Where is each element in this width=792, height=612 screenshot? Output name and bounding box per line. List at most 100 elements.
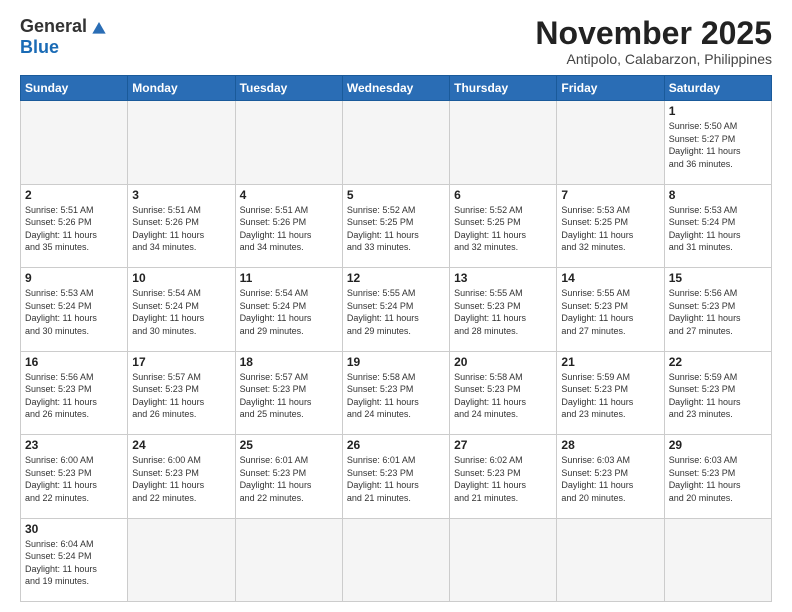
day-info: Sunrise: 5:58 AM Sunset: 5:23 PM Dayligh… [347, 371, 445, 421]
calendar-week-row: 23 Sunrise: 6:00 AM Sunset: 5:23 PM Dayli… [21, 435, 772, 518]
calendar-week-row: 1 Sunrise: 5:50 AM Sunset: 5:27 PM Daylig… [21, 101, 772, 184]
day-info: Sunrise: 5:54 AM Sunset: 5:24 PM Dayligh… [132, 287, 230, 337]
day-number: 18 [240, 355, 338, 369]
calendar-cell [664, 518, 771, 601]
calendar-cell: 23 Sunrise: 6:00 AM Sunset: 5:23 PM Dayli… [21, 435, 128, 518]
calendar-cell: 18 Sunrise: 5:57 AM Sunset: 5:23 PM Dayli… [235, 351, 342, 434]
day-info: Sunrise: 5:59 AM Sunset: 5:23 PM Dayligh… [669, 371, 767, 421]
day-number: 3 [132, 188, 230, 202]
day-number: 21 [561, 355, 659, 369]
logo: General Blue [20, 16, 109, 58]
day-info: Sunrise: 5:58 AM Sunset: 5:23 PM Dayligh… [454, 371, 552, 421]
calendar-cell: 6 Sunrise: 5:52 AM Sunset: 5:25 PM Daylig… [450, 184, 557, 267]
day-info: Sunrise: 6:03 AM Sunset: 5:23 PM Dayligh… [561, 454, 659, 504]
calendar-week-row: 30Sunrise: 6:04 AM Sunset: 5:24 PM Dayli… [21, 518, 772, 601]
weekday-header-friday: Friday [557, 76, 664, 101]
calendar-cell: 5 Sunrise: 5:52 AM Sunset: 5:25 PM Daylig… [342, 184, 449, 267]
day-info: Sunrise: 5:53 AM Sunset: 5:24 PM Dayligh… [25, 287, 123, 337]
day-info: Sunrise: 5:56 AM Sunset: 5:23 PM Dayligh… [25, 371, 123, 421]
calendar-cell: 4 Sunrise: 5:51 AM Sunset: 5:26 PM Daylig… [235, 184, 342, 267]
day-info: Sunrise: 6:00 AM Sunset: 5:23 PM Dayligh… [25, 454, 123, 504]
calendar-cell: 10Sunrise: 5:54 AM Sunset: 5:24 PM Dayli… [128, 268, 235, 351]
day-number: 4 [240, 188, 338, 202]
day-info: Sunrise: 6:04 AM Sunset: 5:24 PM Dayligh… [25, 538, 123, 588]
day-number: 2 [25, 188, 123, 202]
day-info: Sunrise: 5:55 AM Sunset: 5:23 PM Dayligh… [454, 287, 552, 337]
day-number: 15 [669, 271, 767, 285]
weekday-header-row: SundayMondayTuesdayWednesdayThursdayFrid… [21, 76, 772, 101]
day-info: Sunrise: 5:51 AM Sunset: 5:26 PM Dayligh… [240, 204, 338, 254]
day-info: Sunrise: 6:01 AM Sunset: 5:23 PM Dayligh… [347, 454, 445, 504]
calendar-cell: 26Sunrise: 6:01 AM Sunset: 5:23 PM Dayli… [342, 435, 449, 518]
calendar-table: SundayMondayTuesdayWednesdayThursdayFrid… [20, 75, 772, 602]
calendar-cell: 13 Sunrise: 5:55 AM Sunset: 5:23 PM Dayli… [450, 268, 557, 351]
day-number: 12 [347, 271, 445, 285]
day-number: 14 [561, 271, 659, 285]
weekday-header-saturday: Saturday [664, 76, 771, 101]
calendar-week-row: 16 Sunrise: 5:56 AM Sunset: 5:23 PM Dayli… [21, 351, 772, 434]
day-number: 13 [454, 271, 552, 285]
calendar-cell: 17 Sunrise: 5:57 AM Sunset: 5:23 PM Dayli… [128, 351, 235, 434]
day-info: Sunrise: 5:55 AM Sunset: 5:24 PM Dayligh… [347, 287, 445, 337]
calendar-cell: 1 Sunrise: 5:50 AM Sunset: 5:27 PM Daylig… [664, 101, 771, 184]
calendar-cell: 7 Sunrise: 5:53 AM Sunset: 5:25 PM Daylig… [557, 184, 664, 267]
day-number: 6 [454, 188, 552, 202]
calendar-cell: 11 Sunrise: 5:54 AM Sunset: 5:24 PM Dayli… [235, 268, 342, 351]
calendar-cell: 24 Sunrise: 6:00 AM Sunset: 5:23 PM Dayli… [128, 435, 235, 518]
day-info: Sunrise: 5:50 AM Sunset: 5:27 PM Dayligh… [669, 120, 767, 170]
weekday-header-monday: Monday [128, 76, 235, 101]
calendar-week-row: 9 Sunrise: 5:53 AM Sunset: 5:24 PM Daylig… [21, 268, 772, 351]
calendar-cell [557, 101, 664, 184]
day-number: 17 [132, 355, 230, 369]
calendar-cell: 9 Sunrise: 5:53 AM Sunset: 5:24 PM Daylig… [21, 268, 128, 351]
calendar-cell [342, 518, 449, 601]
weekday-header-wednesday: Wednesday [342, 76, 449, 101]
day-number: 16 [25, 355, 123, 369]
day-info: Sunrise: 5:53 AM Sunset: 5:25 PM Dayligh… [561, 204, 659, 254]
day-info: Sunrise: 5:52 AM Sunset: 5:25 PM Dayligh… [454, 204, 552, 254]
calendar-cell: 2Sunrise: 5:51 AM Sunset: 5:26 PM Daylig… [21, 184, 128, 267]
calendar-cell: 3Sunrise: 5:51 AM Sunset: 5:26 PM Daylig… [128, 184, 235, 267]
calendar-cell: 21 Sunrise: 5:59 AM Sunset: 5:23 PM Dayli… [557, 351, 664, 434]
weekday-header-tuesday: Tuesday [235, 76, 342, 101]
day-info: Sunrise: 5:52 AM Sunset: 5:25 PM Dayligh… [347, 204, 445, 254]
day-number: 23 [25, 438, 123, 452]
calendar-cell: 16 Sunrise: 5:56 AM Sunset: 5:23 PM Dayli… [21, 351, 128, 434]
weekday-header-thursday: Thursday [450, 76, 557, 101]
day-number: 9 [25, 271, 123, 285]
day-number: 1 [669, 104, 767, 118]
day-number: 5 [347, 188, 445, 202]
calendar-cell [235, 101, 342, 184]
day-number: 20 [454, 355, 552, 369]
calendar-cell [342, 101, 449, 184]
calendar-cell: 27Sunrise: 6:02 AM Sunset: 5:23 PM Dayli… [450, 435, 557, 518]
title-block: November 2025 Antipolo, Calabarzon, Phil… [535, 16, 772, 67]
day-info: Sunrise: 5:57 AM Sunset: 5:23 PM Dayligh… [132, 371, 230, 421]
day-number: 28 [561, 438, 659, 452]
day-number: 27 [454, 438, 552, 452]
calendar-cell [128, 101, 235, 184]
weekday-header-sunday: Sunday [21, 76, 128, 101]
calendar-cell: 8Sunrise: 5:53 AM Sunset: 5:24 PM Daylig… [664, 184, 771, 267]
day-info: Sunrise: 5:57 AM Sunset: 5:23 PM Dayligh… [240, 371, 338, 421]
day-info: Sunrise: 6:00 AM Sunset: 5:23 PM Dayligh… [132, 454, 230, 504]
calendar-cell: 22Sunrise: 5:59 AM Sunset: 5:23 PM Dayli… [664, 351, 771, 434]
header: General Blue November 2025 Antipolo, Cal… [20, 16, 772, 67]
calendar-cell: 15Sunrise: 5:56 AM Sunset: 5:23 PM Dayli… [664, 268, 771, 351]
calendar-cell [450, 518, 557, 601]
day-info: Sunrise: 5:54 AM Sunset: 5:24 PM Dayligh… [240, 287, 338, 337]
calendar-cell: 29Sunrise: 6:03 AM Sunset: 5:23 PM Dayli… [664, 435, 771, 518]
calendar-week-row: 2 Sunrise: 5:51 AM Sunset: 5:26 PM Daylig… [21, 184, 772, 267]
day-number: 11 [240, 271, 338, 285]
day-number: 24 [132, 438, 230, 452]
calendar-cell: 25Sunrise: 6:01 AM Sunset: 5:23 PM Dayli… [235, 435, 342, 518]
day-number: 19 [347, 355, 445, 369]
day-number: 29 [669, 438, 767, 452]
day-info: Sunrise: 5:55 AM Sunset: 5:23 PM Dayligh… [561, 287, 659, 337]
day-info: Sunrise: 6:01 AM Sunset: 5:23 PM Dayligh… [240, 454, 338, 504]
calendar-cell: 14 Sunrise: 5:55 AM Sunset: 5:23 PM Dayli… [557, 268, 664, 351]
logo-general-text: General [20, 16, 87, 37]
day-info: Sunrise: 5:59 AM Sunset: 5:23 PM Dayligh… [561, 371, 659, 421]
day-number: 7 [561, 188, 659, 202]
calendar-cell [21, 101, 128, 184]
